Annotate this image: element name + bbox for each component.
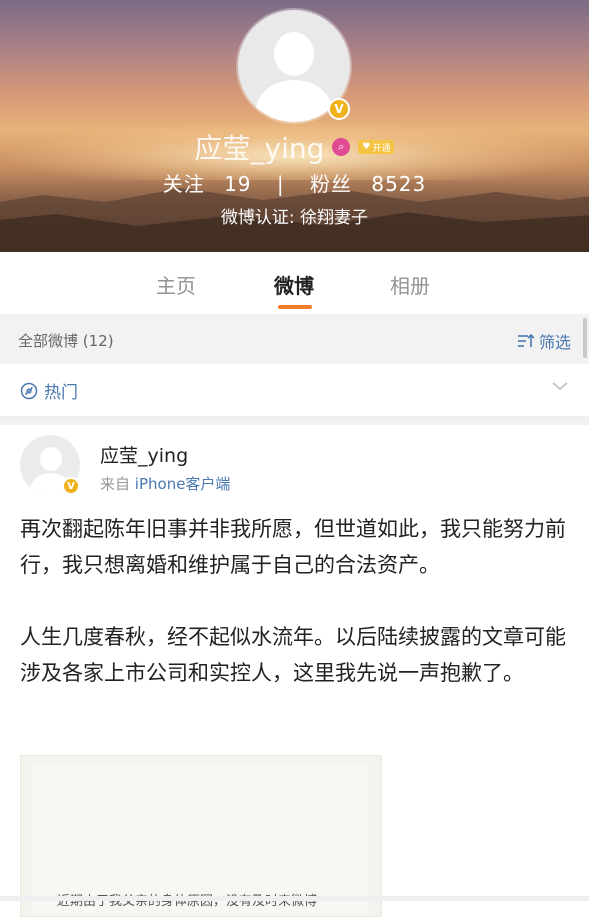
vip-badge-label: 开通 <box>372 143 391 154</box>
profile-name-row: 应莹_ying ⌕ ♥ 开通 <box>0 130 589 165</box>
post-paragraph-1: 再次翻起陈年旧事并非我所愿，但世道如此，我只能努力前行，我只想离婚和维护属于自己… <box>20 517 566 577</box>
profile-header: V 应莹_ying ⌕ ♥ 开通 关注 19 | 粉丝 8523 微博认证: 徐… <box>0 0 589 252</box>
post-paragraph-2: 人生几度春秋，经不起似水流年。以后陆续披露的文章可能涉及各家上市公司和实控人，这… <box>20 625 566 685</box>
vip-badge-icon[interactable]: ♥ 开通 <box>358 140 395 154</box>
post-image[interactable]: 近期由于我父亲的身体原因，没有及时来微博 <box>20 755 382 917</box>
scrollbar-thumb[interactable] <box>583 318 587 358</box>
profile-tabs: 主页 微博 相册 <box>0 252 589 314</box>
bottom-edge <box>0 896 589 901</box>
hot-label: 热门 <box>44 383 78 403</box>
tab-weibo[interactable]: 微博 <box>274 270 314 299</box>
filter-label: 筛选 <box>538 333 571 352</box>
verification-text: 微博认证: 徐翔妻子 <box>220 208 369 228</box>
post-author-name[interactable]: 应莹_ying <box>100 441 188 468</box>
search-badge-icon[interactable]: ⌕ <box>332 138 351 156</box>
chevron-down-icon[interactable] <box>551 376 569 397</box>
verified-v-icon: V <box>62 477 80 495</box>
post-source-client[interactable]: iPhone客户端 <box>135 475 231 493</box>
hot-topic-icon <box>20 382 38 399</box>
profile-stats: 关注 19 | 粉丝 8523 <box>0 168 589 197</box>
following-count: 19 <box>224 172 252 196</box>
section-separator <box>0 417 589 425</box>
hot-label-group: 热门 <box>20 378 78 403</box>
avatar-body-shape <box>256 80 332 122</box>
post-source: 来自 iPhone客户端 <box>100 473 230 494</box>
following-stat[interactable]: 关注 19 <box>157 172 265 196</box>
post-content: 再次翻起陈年旧事并非我所愿，但世道如此，我只能努力前行，我只想离婚和维护属于自己… <box>20 511 570 691</box>
weibo-post: V 应莹_ying 来自 iPhone客户端 再次翻起陈年旧事并非我所愿，但世道… <box>0 425 589 917</box>
active-tab-indicator <box>278 305 312 309</box>
filter-bar: 全部微博 (12) 筛选 <box>0 314 589 364</box>
following-label: 关注 <box>162 172 205 196</box>
stats-divider: | <box>276 172 285 196</box>
verified-v-icon: V <box>328 98 350 120</box>
tab-home[interactable]: 主页 <box>156 270 196 299</box>
filter-icon <box>517 333 535 347</box>
heart-icon: ♥ <box>362 142 371 152</box>
tab-album[interactable]: 相册 <box>390 270 430 299</box>
all-weibo-count: 全部微博 (12) <box>18 332 114 350</box>
avatar-head-shape <box>274 32 314 76</box>
profile-username: 应莹_ying <box>194 132 325 165</box>
avatar-head-shape <box>40 447 62 471</box>
followers-count: 8523 <box>371 172 427 196</box>
filter-button[interactable]: 筛选 <box>517 329 571 353</box>
followers-stat[interactable]: 粉丝 8523 <box>304 172 432 196</box>
followers-label: 粉丝 <box>310 172 352 196</box>
post-source-prefix: 来自 <box>100 475 131 493</box>
hot-section-row[interactable]: 热门 <box>0 364 589 417</box>
